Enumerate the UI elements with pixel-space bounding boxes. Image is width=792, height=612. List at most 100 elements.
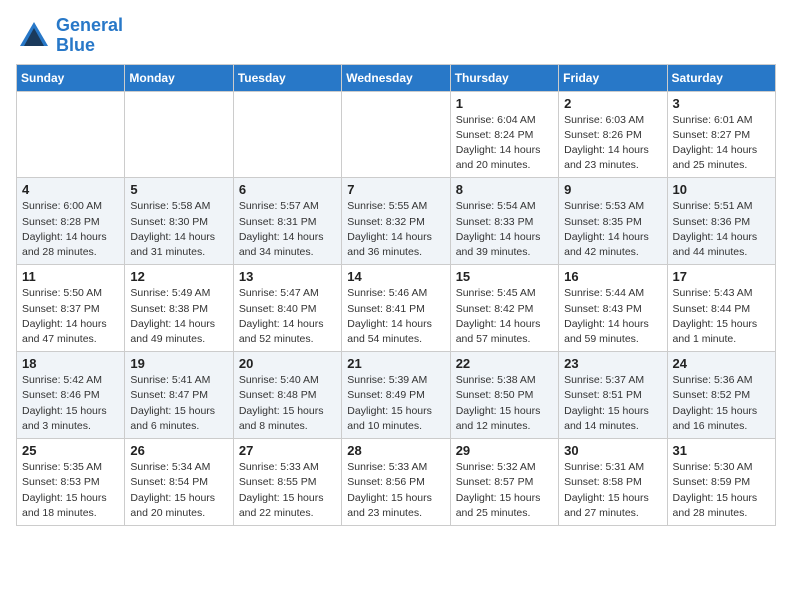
- calendar-cell: 22Sunrise: 5:38 AM Sunset: 8:50 PM Dayli…: [450, 352, 558, 439]
- calendar-cell: 27 Sunrise: 5:33 AM Sunset: 8:55 PM Dayli…: [233, 439, 341, 526]
- day-number: 2: [564, 96, 661, 111]
- day-info: Sunrise: 5:57 AM Sunset: 8:31 PM Dayligh…: [239, 199, 336, 260]
- calendar-cell: 1 Sunrise: 6:04 AM Sunset: 8:24 PM Daylig…: [450, 91, 558, 178]
- day-number: 14: [347, 269, 444, 284]
- logo-icon: [16, 18, 52, 54]
- day-number: 31: [673, 443, 770, 458]
- day-info: Sunrise: 5:58 AM Sunset: 8:30 PM Dayligh…: [130, 199, 227, 260]
- day-number: 28: [347, 443, 444, 458]
- day-number: 17: [673, 269, 770, 284]
- day-number: 13: [239, 269, 336, 284]
- calendar-cell: [125, 91, 233, 178]
- day-info: Sunrise: 5:47 AM Sunset: 8:40 PM Dayligh…: [239, 286, 336, 347]
- day-info: Sunrise: 6:01 AM Sunset: 8:27 PM Dayligh…: [673, 113, 770, 174]
- day-number: 7: [347, 182, 444, 197]
- col-header-wednesday: Wednesday: [342, 64, 450, 91]
- calendar-cell: 8Sunrise: 5:54 AM Sunset: 8:33 PM Daylig…: [450, 178, 558, 265]
- calendar-cell: 10Sunrise: 5:51 AM Sunset: 8:36 PM Dayli…: [667, 178, 775, 265]
- day-number: 26: [130, 443, 227, 458]
- calendar-cell: 16Sunrise: 5:44 AM Sunset: 8:43 PM Dayli…: [559, 265, 667, 352]
- day-info: Sunrise: 5:30 AM Sunset: 8:59 PM Dayligh…: [673, 460, 770, 521]
- col-header-monday: Monday: [125, 64, 233, 91]
- col-header-friday: Friday: [559, 64, 667, 91]
- calendar-header-row: SundayMondayTuesdayWednesdayThursdayFrid…: [17, 64, 776, 91]
- day-info: Sunrise: 5:35 AM Sunset: 8:53 PM Dayligh…: [22, 460, 119, 521]
- day-info: Sunrise: 5:55 AM Sunset: 8:32 PM Dayligh…: [347, 199, 444, 260]
- calendar-cell: 7 Sunrise: 5:55 AM Sunset: 8:32 PM Daylig…: [342, 178, 450, 265]
- col-header-tuesday: Tuesday: [233, 64, 341, 91]
- calendar-cell: [233, 91, 341, 178]
- calendar-cell: 21 Sunrise: 5:39 AM Sunset: 8:49 PM Dayli…: [342, 352, 450, 439]
- day-info: Sunrise: 6:04 AM Sunset: 8:24 PM Dayligh…: [456, 113, 553, 174]
- day-info: Sunrise: 5:39 AM Sunset: 8:49 PM Dayligh…: [347, 373, 444, 434]
- day-number: 6: [239, 182, 336, 197]
- day-number: 15: [456, 269, 553, 284]
- day-info: Sunrise: 6:03 AM Sunset: 8:26 PM Dayligh…: [564, 113, 661, 174]
- day-number: 23: [564, 356, 661, 371]
- calendar-week-row: 18Sunrise: 5:42 AM Sunset: 8:46 PM Dayli…: [17, 352, 776, 439]
- day-number: 8: [456, 182, 553, 197]
- day-number: 1: [456, 96, 553, 111]
- calendar-week-row: 1 Sunrise: 6:04 AM Sunset: 8:24 PM Daylig…: [17, 91, 776, 178]
- day-info: Sunrise: 5:46 AM Sunset: 8:41 PM Dayligh…: [347, 286, 444, 347]
- day-info: Sunrise: 5:51 AM Sunset: 8:36 PM Dayligh…: [673, 199, 770, 260]
- page-header: General Blue: [16, 16, 776, 56]
- day-number: 11: [22, 269, 119, 284]
- calendar-cell: 26 Sunrise: 5:34 AM Sunset: 8:54 PM Dayli…: [125, 439, 233, 526]
- calendar-cell: 19Sunrise: 5:41 AM Sunset: 8:47 PM Dayli…: [125, 352, 233, 439]
- day-info: Sunrise: 5:33 AM Sunset: 8:55 PM Dayligh…: [239, 460, 336, 521]
- calendar-cell: 6 Sunrise: 5:57 AM Sunset: 8:31 PM Daylig…: [233, 178, 341, 265]
- day-info: Sunrise: 5:44 AM Sunset: 8:43 PM Dayligh…: [564, 286, 661, 347]
- calendar-cell: 25 Sunrise: 5:35 AM Sunset: 8:53 PM Dayli…: [17, 439, 125, 526]
- day-info: Sunrise: 5:50 AM Sunset: 8:37 PM Dayligh…: [22, 286, 119, 347]
- day-number: 5: [130, 182, 227, 197]
- day-info: Sunrise: 5:45 AM Sunset: 8:42 PM Dayligh…: [456, 286, 553, 347]
- day-number: 22: [456, 356, 553, 371]
- day-number: 20: [239, 356, 336, 371]
- day-info: Sunrise: 5:53 AM Sunset: 8:35 PM Dayligh…: [564, 199, 661, 260]
- calendar-cell: 29 Sunrise: 5:32 AM Sunset: 8:57 PM Dayli…: [450, 439, 558, 526]
- calendar-week-row: 25 Sunrise: 5:35 AM Sunset: 8:53 PM Dayli…: [17, 439, 776, 526]
- calendar-cell: 20 Sunrise: 5:40 AM Sunset: 8:48 PM Dayli…: [233, 352, 341, 439]
- calendar-cell: 12Sunrise: 5:49 AM Sunset: 8:38 PM Dayli…: [125, 265, 233, 352]
- calendar-cell: 5 Sunrise: 5:58 AM Sunset: 8:30 PM Daylig…: [125, 178, 233, 265]
- calendar-cell: 4 Sunrise: 6:00 AM Sunset: 8:28 PM Daylig…: [17, 178, 125, 265]
- day-number: 12: [130, 269, 227, 284]
- day-number: 21: [347, 356, 444, 371]
- calendar-cell: 17 Sunrise: 5:43 AM Sunset: 8:44 PM Dayli…: [667, 265, 775, 352]
- day-number: 4: [22, 182, 119, 197]
- calendar-cell: 2 Sunrise: 6:03 AM Sunset: 8:26 PM Daylig…: [559, 91, 667, 178]
- calendar-cell: 31 Sunrise: 5:30 AM Sunset: 8:59 PM Dayli…: [667, 439, 775, 526]
- day-info: Sunrise: 6:00 AM Sunset: 8:28 PM Dayligh…: [22, 199, 119, 260]
- calendar-cell: 13 Sunrise: 5:47 AM Sunset: 8:40 PM Dayli…: [233, 265, 341, 352]
- calendar-cell: 9Sunrise: 5:53 AM Sunset: 8:35 PM Daylig…: [559, 178, 667, 265]
- day-number: 3: [673, 96, 770, 111]
- day-info: Sunrise: 5:34 AM Sunset: 8:54 PM Dayligh…: [130, 460, 227, 521]
- day-info: Sunrise: 5:41 AM Sunset: 8:47 PM Dayligh…: [130, 373, 227, 434]
- day-info: Sunrise: 5:42 AM Sunset: 8:46 PM Dayligh…: [22, 373, 119, 434]
- logo-text: General Blue: [56, 16, 123, 56]
- day-info: Sunrise: 5:32 AM Sunset: 8:57 PM Dayligh…: [456, 460, 553, 521]
- col-header-thursday: Thursday: [450, 64, 558, 91]
- calendar-cell: 18Sunrise: 5:42 AM Sunset: 8:46 PM Dayli…: [17, 352, 125, 439]
- calendar-cell: 14 Sunrise: 5:46 AM Sunset: 8:41 PM Dayli…: [342, 265, 450, 352]
- day-info: Sunrise: 5:37 AM Sunset: 8:51 PM Dayligh…: [564, 373, 661, 434]
- day-info: Sunrise: 5:40 AM Sunset: 8:48 PM Dayligh…: [239, 373, 336, 434]
- day-info: Sunrise: 5:43 AM Sunset: 8:44 PM Dayligh…: [673, 286, 770, 347]
- calendar-cell: 24Sunrise: 5:36 AM Sunset: 8:52 PM Dayli…: [667, 352, 775, 439]
- calendar-cell: 11 Sunrise: 5:50 AM Sunset: 8:37 PM Dayli…: [17, 265, 125, 352]
- day-number: 25: [22, 443, 119, 458]
- day-info: Sunrise: 5:36 AM Sunset: 8:52 PM Dayligh…: [673, 373, 770, 434]
- day-number: 27: [239, 443, 336, 458]
- day-info: Sunrise: 5:31 AM Sunset: 8:58 PM Dayligh…: [564, 460, 661, 521]
- calendar-cell: 28 Sunrise: 5:33 AM Sunset: 8:56 PM Dayli…: [342, 439, 450, 526]
- day-info: Sunrise: 5:33 AM Sunset: 8:56 PM Dayligh…: [347, 460, 444, 521]
- calendar-cell: 30 Sunrise: 5:31 AM Sunset: 8:58 PM Dayli…: [559, 439, 667, 526]
- logo: General Blue: [16, 16, 123, 56]
- calendar-table: SundayMondayTuesdayWednesdayThursdayFrid…: [16, 64, 776, 526]
- day-number: 30: [564, 443, 661, 458]
- day-number: 29: [456, 443, 553, 458]
- calendar-week-row: 4 Sunrise: 6:00 AM Sunset: 8:28 PM Daylig…: [17, 178, 776, 265]
- calendar-cell: 3 Sunrise: 6:01 AM Sunset: 8:27 PM Daylig…: [667, 91, 775, 178]
- calendar-week-row: 11 Sunrise: 5:50 AM Sunset: 8:37 PM Dayli…: [17, 265, 776, 352]
